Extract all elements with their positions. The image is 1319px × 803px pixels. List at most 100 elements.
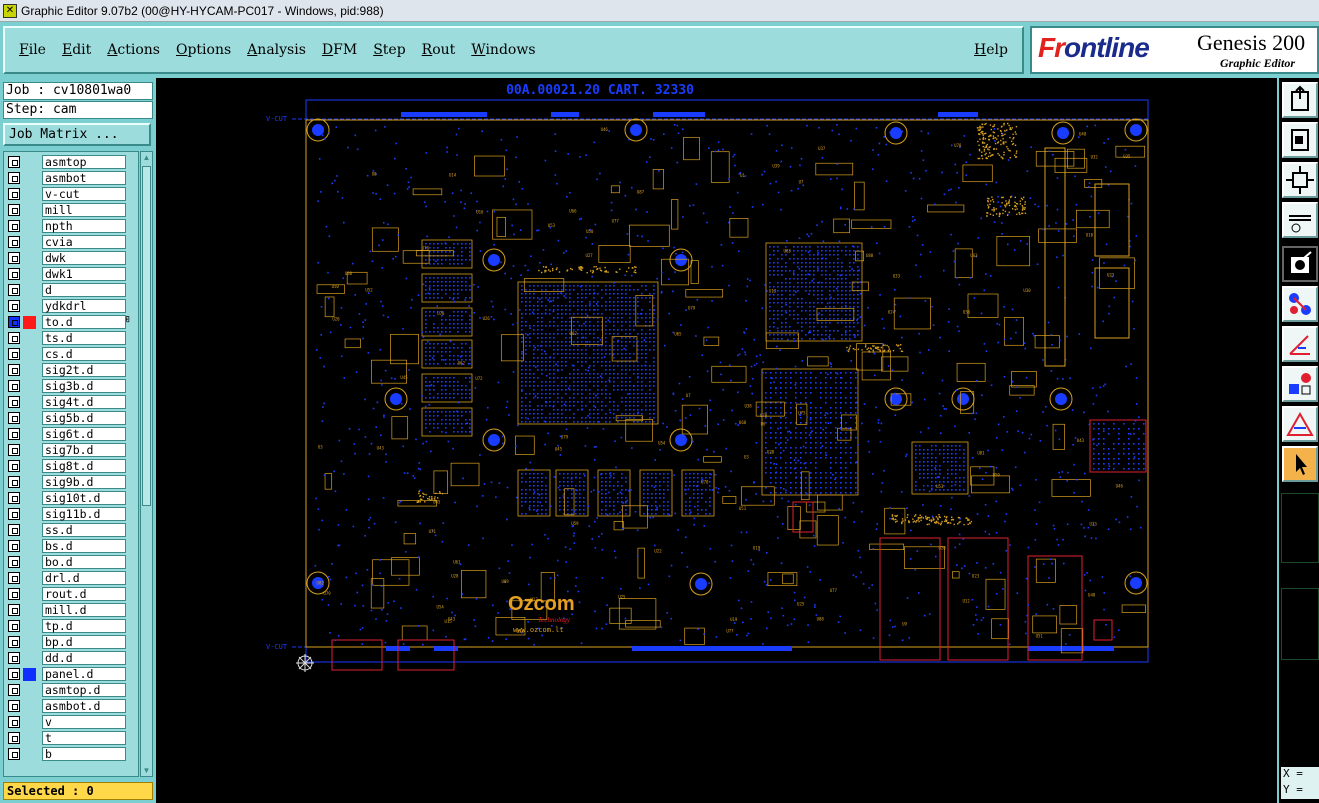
layer-row-d[interactable]: d [6, 282, 138, 298]
layer-name[interactable]: mill.d [42, 603, 126, 617]
layer-name[interactable]: sig3b.d [42, 379, 126, 393]
layer-color-swatch[interactable] [23, 492, 36, 505]
layer-checkbox[interactable] [8, 524, 20, 536]
layer-checkbox[interactable] [8, 348, 20, 360]
layer-color-swatch[interactable] [23, 268, 36, 281]
layer-checkbox[interactable] [8, 236, 20, 248]
layer-name[interactable]: asmtop [42, 155, 126, 169]
layer-name[interactable]: mill [42, 203, 126, 217]
layer-name[interactable]: panel.d [42, 667, 126, 681]
layer-scrollbar[interactable]: ▲ ▼ [140, 151, 153, 777]
layer-row-sig2t-d[interactable]: sig2t.d [6, 362, 138, 378]
layer-checkbox[interactable] [8, 636, 20, 648]
layer-color-swatch[interactable] [23, 220, 36, 233]
layer-row-v-cut[interactable]: v-cut [6, 186, 138, 202]
layer-row-asmbot[interactable]: ✍asmbot [6, 170, 138, 186]
menu-dfm[interactable]: DFM [322, 42, 357, 58]
layer-color-swatch[interactable] [23, 540, 36, 553]
layer-color-swatch[interactable] [23, 667, 36, 681]
layer-row-drl-d[interactable]: drl.d [6, 570, 138, 586]
layer-checkbox[interactable] [8, 620, 20, 632]
scroll-down-icon[interactable]: ▼ [141, 765, 152, 776]
layer-checkbox[interactable] [8, 172, 20, 184]
layer-row-rout-d[interactable]: rout.d [6, 586, 138, 602]
layer-color-swatch[interactable] [23, 332, 36, 345]
scroll-thumb[interactable] [142, 166, 151, 506]
layer-name[interactable]: asmtop.d [42, 683, 126, 697]
layer-checkbox[interactable] [8, 444, 20, 456]
layer-checkbox[interactable] [8, 364, 20, 376]
layer-name[interactable]: rout.d [42, 587, 126, 601]
layer-row-v[interactable]: v [6, 714, 138, 730]
layer-row-ss-d[interactable]: ss.d [6, 522, 138, 538]
layer-row-dwk[interactable]: dwk [6, 250, 138, 266]
layer-row-sig9b-d[interactable]: sig9b.d [6, 474, 138, 490]
layer-checkbox[interactable] [8, 188, 20, 200]
layer-color-swatch[interactable] [23, 444, 36, 457]
scroll-up-icon[interactable]: ▲ [141, 152, 152, 163]
menu-rout[interactable]: Rout [422, 42, 456, 58]
layer-name[interactable]: b [42, 747, 126, 761]
layer-name[interactable]: sig9b.d [42, 475, 126, 489]
layer-color-swatch[interactable] [23, 364, 36, 377]
menu-help[interactable]: Help [974, 42, 1008, 58]
menu-file[interactable]: File [19, 42, 46, 58]
layer-checkbox[interactable] [8, 284, 20, 296]
layer-name[interactable]: asmbot.d [42, 699, 126, 713]
layer-checkbox[interactable] [8, 204, 20, 216]
layer-row-bp-d[interactable]: bp.d [6, 634, 138, 650]
layer-checkbox[interactable] [8, 588, 20, 600]
layer-row-bo-d[interactable]: ✍bo.d [6, 554, 138, 570]
layer-name[interactable]: cs.d [42, 347, 126, 361]
layer-color-swatch[interactable] [23, 348, 36, 361]
layer-row-asmtop[interactable]: ✍asmtop [6, 154, 138, 170]
layer-color-swatch[interactable] [23, 476, 36, 489]
layer-color-swatch[interactable] [23, 588, 36, 601]
layer-color-swatch[interactable] [23, 684, 36, 697]
layer-checkbox[interactable] [8, 492, 20, 504]
layer-name[interactable]: ydkdrl [42, 299, 126, 313]
layer-row-sig4t-d[interactable]: sig4t.d [6, 394, 138, 410]
layer-row-asmtop-d[interactable]: ✍asmtop.d [6, 682, 138, 698]
layer-checkbox[interactable] [8, 396, 20, 408]
layer-color-swatch[interactable] [23, 204, 36, 217]
layer-checkbox[interactable] [8, 684, 20, 696]
layer-name[interactable]: tp.d [42, 619, 126, 633]
layer-color-swatch[interactable] [23, 620, 36, 633]
layer-color-swatch[interactable] [23, 700, 36, 713]
layer-name[interactable]: npth [42, 219, 126, 233]
layer-checkbox[interactable] [8, 748, 20, 760]
layer-row-mill[interactable]: mill [6, 202, 138, 218]
layer-name[interactable]: sig8t.d [42, 459, 126, 473]
layer-row-tp-d[interactable]: tp.d [6, 618, 138, 634]
layer-row-sig3b-d[interactable]: sig3b.d [6, 378, 138, 394]
pcb-drawing[interactable]: 00A.00021.20 CART. 32330 V-CUT V-CUT U78… [156, 78, 1277, 803]
layer-row-mill-d[interactable]: mill.d [6, 602, 138, 618]
layer-name[interactable]: bs.d [42, 539, 126, 553]
layer-name[interactable]: dd.d [42, 651, 126, 665]
layer-color-swatch[interactable] [23, 732, 36, 745]
menu-edit[interactable]: Edit [62, 42, 91, 58]
layer-row-sig11b-d[interactable]: sig11b.d [6, 506, 138, 522]
layer-checkbox[interactable] [8, 300, 20, 312]
layer-checkbox[interactable] [8, 540, 20, 552]
layer-color-swatch[interactable] [23, 652, 36, 665]
layer-row-sig7b-d[interactable]: sig7b.d [6, 442, 138, 458]
layer-checkbox[interactable] [8, 332, 20, 344]
layer-checkbox[interactable] [8, 476, 20, 488]
layer-color-swatch[interactable] [23, 252, 36, 265]
layer-row-cs-d[interactable]: cs.d [6, 346, 138, 362]
layer-color-swatch[interactable] [23, 156, 36, 169]
layer-name[interactable]: sig10t.d [42, 491, 126, 505]
layer-name[interactable]: asmbot [42, 171, 126, 185]
layer-row-to-d[interactable]: ✍⊞to.d [6, 314, 138, 330]
layer-color-swatch[interactable] [23, 172, 36, 185]
layer-row-dd-d[interactable]: dd.d [6, 650, 138, 666]
layer-checkbox[interactable] [8, 716, 20, 728]
layer-row-bs-d[interactable]: bs.d [6, 538, 138, 554]
layer-name[interactable]: ss.d [42, 523, 126, 537]
layer-name[interactable]: v [42, 715, 126, 729]
layer-checkbox[interactable] [8, 412, 20, 424]
layer-color-swatch[interactable] [23, 380, 36, 393]
layer-checkbox[interactable] [8, 220, 20, 232]
